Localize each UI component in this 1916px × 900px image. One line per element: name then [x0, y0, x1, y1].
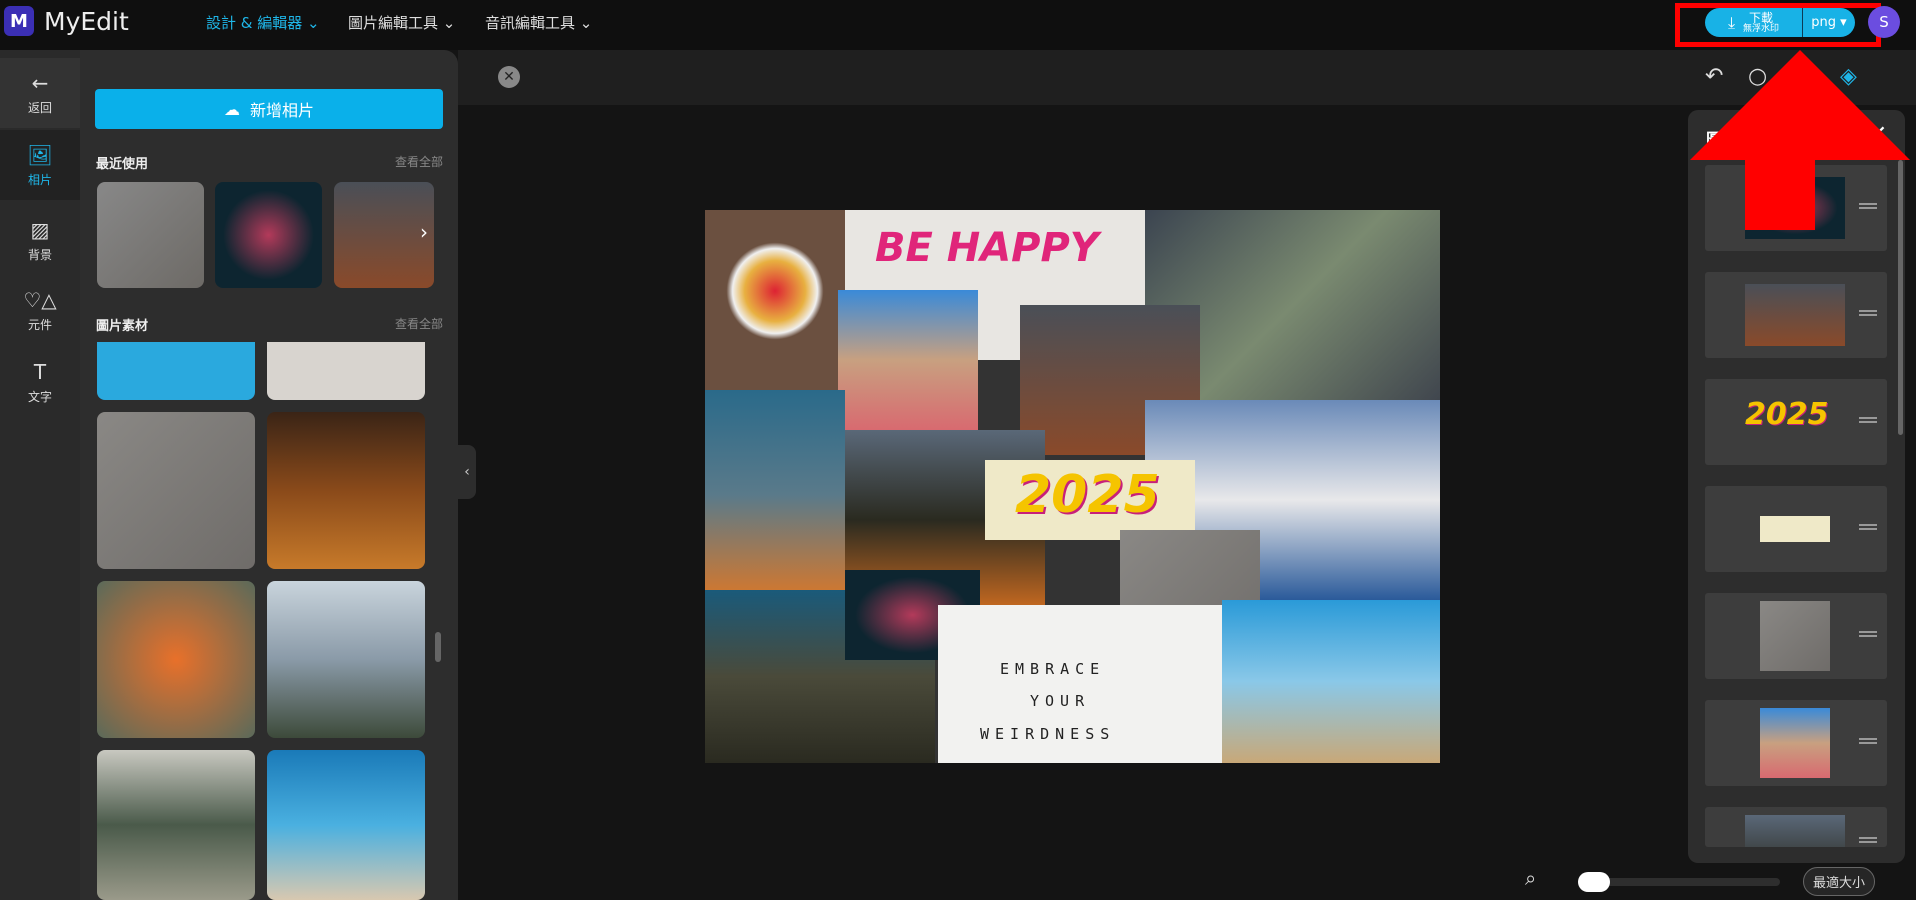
fruit-photo[interactable] — [705, 210, 845, 390]
drag-handle-icon[interactable] — [1859, 631, 1877, 637]
panel-scrollbar[interactable] — [435, 632, 441, 662]
drag-handle-icon[interactable] — [1859, 738, 1877, 744]
year-text: 2025 — [1015, 465, 1160, 525]
collapse-panel-button[interactable]: ‹ — [458, 445, 476, 499]
stock-thumb[interactable] — [267, 750, 425, 900]
stock-thumb[interactable] — [97, 750, 255, 900]
rail-elements[interactable]: ♡△ 元件 — [0, 275, 80, 345]
recent-thumb[interactable] — [97, 182, 204, 288]
highlight-box — [1675, 3, 1881, 47]
recent-thumb[interactable] — [215, 182, 322, 288]
stock-thumb[interactable] — [97, 412, 255, 569]
logo-mark: M — [4, 6, 34, 36]
layer-item[interactable] — [1705, 593, 1887, 679]
zoom-icon: ⌕ — [1525, 866, 1537, 890]
be-happy-text: BE HAPPY — [875, 225, 1099, 271]
shapes-icon: ♡△ — [23, 287, 57, 312]
stock-thumb[interactable] — [97, 342, 255, 400]
layer-item[interactable] — [1705, 700, 1887, 786]
layer-item[interactable]: 2025 — [1705, 379, 1887, 465]
recent-heading: 最近使用 — [96, 157, 149, 172]
rail-label: 返回 — [27, 100, 52, 115]
embrace-text: EMBRACE — [1000, 660, 1106, 678]
back-arrow-icon: ← — [31, 70, 49, 95]
rail-label: 元件 — [27, 317, 52, 332]
red-arrow-body — [1745, 158, 1815, 230]
rail-photos[interactable]: 🖼 相片 — [0, 130, 80, 200]
stock-thumb[interactable] — [267, 412, 425, 569]
drag-handle-icon[interactable] — [1859, 203, 1877, 209]
layers-scrollbar[interactable] — [1898, 160, 1903, 435]
nav-audio-tools[interactable]: 音訊編輯工具 ⌄ — [485, 12, 592, 33]
drag-handle-icon[interactable] — [1859, 524, 1877, 530]
rail-text[interactable]: T 文字 — [0, 347, 80, 417]
zoom-slider-knob[interactable] — [1578, 872, 1610, 892]
recent-thumb[interactable] — [334, 182, 434, 288]
zoom-slider[interactable] — [1580, 878, 1780, 886]
layer-preview: 2025 — [1745, 397, 1829, 432]
red-arrow-head — [1690, 50, 1910, 160]
image-icon: 🖼 — [27, 142, 53, 167]
photo-panel: ☁ 新增相片 最近使用 查看全部 › 圖片素材 查看全部 — [80, 50, 458, 900]
background-icon: ▨ — [30, 217, 50, 242]
close-icon[interactable]: ✕ — [498, 66, 520, 88]
fit-size-button[interactable]: 最適大小 — [1803, 867, 1875, 896]
nav-design-editor[interactable]: 設計 & 編輯器 ⌄ — [206, 12, 320, 33]
layer-preview — [1745, 815, 1845, 847]
nav-image-tools[interactable]: 圖片編輯工具 ⌄ — [348, 12, 455, 33]
layer-preview — [1760, 708, 1830, 778]
side-rail: ← 返回 🖼 相片 ▨ 背景 ♡△ 元件 T 文字 — [0, 50, 80, 900]
layer-preview — [1760, 601, 1830, 671]
stock-see-all[interactable]: 查看全部 — [395, 315, 443, 332]
rail-background[interactable]: ▨ 背景 — [0, 205, 80, 275]
app-name: MyEdit — [44, 6, 129, 36]
drag-handle-icon[interactable] — [1859, 417, 1877, 423]
add-photo-label: 新增相片 — [249, 101, 314, 120]
avatar[interactable]: S — [1868, 6, 1900, 38]
stock-thumb[interactable] — [97, 581, 255, 738]
rail-label: 背景 — [27, 247, 52, 262]
add-photo-button[interactable]: ☁ 新增相片 — [95, 89, 443, 129]
friends-photo[interactable] — [1222, 600, 1440, 763]
woman-photo[interactable] — [838, 290, 978, 430]
recent-see-all[interactable]: 查看全部 — [395, 153, 443, 170]
drag-handle-icon[interactable] — [1859, 837, 1877, 843]
rail-label: 文字 — [27, 389, 52, 404]
cloud-upload-icon: ☁ — [223, 99, 240, 119]
layer-item[interactable] — [1705, 807, 1887, 847]
text-icon: T — [33, 359, 47, 384]
weirdness-text: WEIRDNESS — [980, 725, 1116, 743]
layer-preview — [1745, 284, 1845, 346]
layer-item[interactable] — [1705, 272, 1887, 358]
yoga-photo[interactable] — [705, 390, 845, 600]
top-bar: M MyEdit 設計 & 編輯器 ⌄ 圖片編輯工具 ⌄ 音訊編輯工具 ⌄ ⤓ … — [0, 0, 1916, 50]
rail-back[interactable]: ← 返回 — [0, 58, 80, 128]
drag-handle-icon[interactable] — [1859, 310, 1877, 316]
chevron-right-icon[interactable]: › — [420, 220, 428, 244]
your-text: YOUR — [1030, 692, 1091, 710]
layer-preview — [1760, 516, 1830, 542]
stock-thumb[interactable] — [267, 581, 425, 738]
layer-item[interactable] — [1705, 486, 1887, 572]
rail-label: 相片 — [27, 172, 52, 187]
collage-canvas[interactable]: BE HAPPY 2025 EMBRACE YOUR WEIRDNESS — [705, 210, 1440, 763]
stock-heading: 圖片素材 — [96, 319, 149, 334]
logo[interactable]: M MyEdit — [4, 6, 129, 36]
stock-thumb[interactable] — [267, 342, 425, 400]
